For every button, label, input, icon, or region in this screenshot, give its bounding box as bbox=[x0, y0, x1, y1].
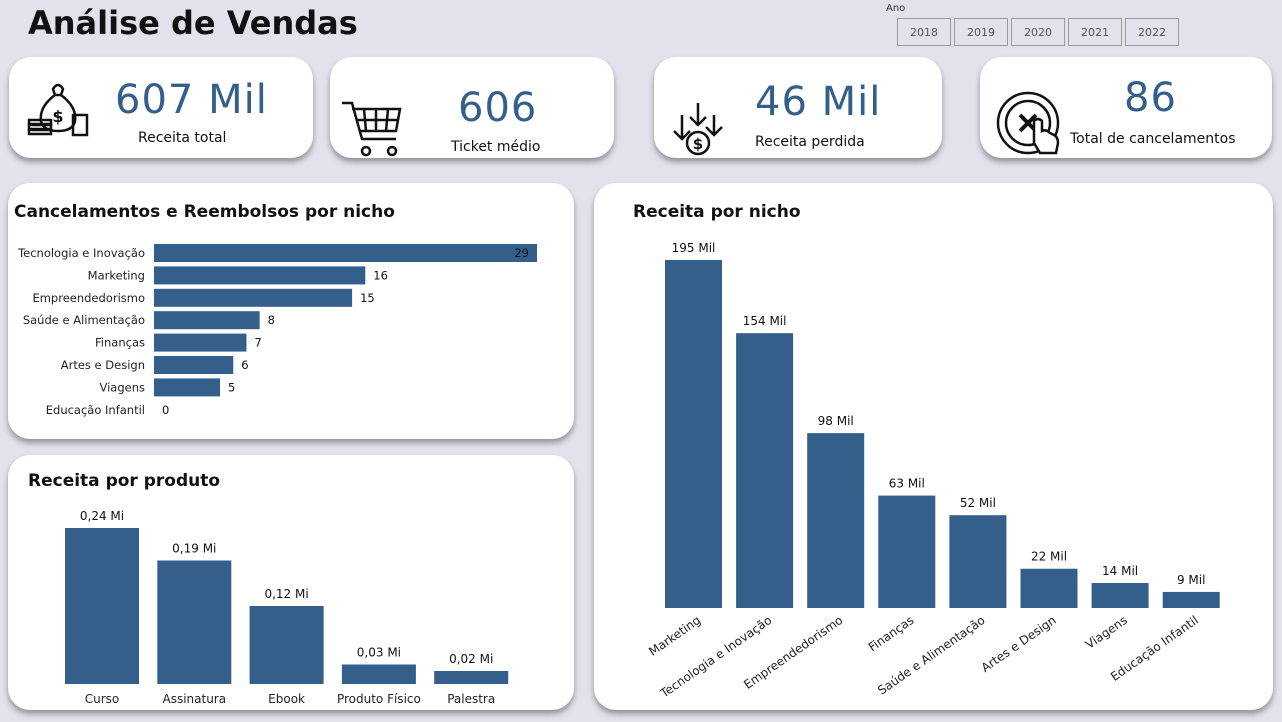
kpi-label-receita-total: Receita total bbox=[138, 130, 227, 146]
year-button-2018[interactable]: 2018 bbox=[897, 18, 951, 46]
data-label: 195 Mil bbox=[672, 241, 716, 255]
money-down-arrows-icon: $ bbox=[673, 103, 723, 156]
data-label: 5 bbox=[228, 380, 235, 394]
bar bbox=[154, 266, 366, 285]
y-tick-label: Educação Infantil bbox=[46, 403, 145, 417]
kpi-value-receita-perdida: 46 Mil bbox=[755, 79, 882, 125]
data-label: 16 bbox=[373, 268, 388, 282]
x-tick-label: Assinatura bbox=[162, 692, 226, 706]
kpi-value-total-cancelamentos: 86 bbox=[1124, 75, 1177, 121]
kpi-card-receita-perdida: $ 46 Mil Receita perdida bbox=[654, 57, 942, 158]
bar bbox=[736, 333, 794, 608]
data-label: 29 bbox=[514, 246, 529, 260]
data-label: 52 Mil bbox=[960, 496, 996, 510]
chart-cancelamentos: Tecnologia e Inovação 29 Marketing 16 Empree… bbox=[17, 244, 537, 417]
page-title: Análise de Vendas bbox=[28, 4, 358, 42]
data-label: 0,03 Mi bbox=[357, 646, 401, 660]
kpi-card-ticket-medio: 606 Ticket médio bbox=[330, 57, 614, 158]
x-tick-label: Finanças bbox=[866, 613, 917, 654]
chart-receita-nicho: 195 Mil Marketing 154 Mil Tecnologia e Inov… bbox=[646, 241, 1220, 701]
x-tick-label: Produto Físico bbox=[337, 692, 421, 706]
cancel-click-icon bbox=[996, 91, 1060, 155]
bar bbox=[154, 333, 247, 352]
y-tick-label: Finanças bbox=[95, 336, 145, 350]
bar bbox=[157, 560, 232, 684]
kpi-value-ticket-medio: 606 bbox=[458, 85, 538, 131]
year-button-2019[interactable]: 2019 bbox=[954, 18, 1008, 46]
money-bag-icon: $ bbox=[27, 83, 89, 137]
y-tick-label: Marketing bbox=[88, 268, 145, 282]
x-tick-label: Marketing bbox=[646, 613, 703, 659]
x-tick-label: Artes e Design bbox=[979, 613, 1059, 675]
x-tick-label: Tecnologia e Inovação bbox=[657, 613, 774, 701]
svg-text:$: $ bbox=[693, 135, 703, 153]
panel-receita-nicho: Receita por nicho 195 Mil Marketing 154 Mi… bbox=[594, 183, 1273, 710]
kpi-label-ticket-medio: Ticket médio bbox=[451, 139, 541, 155]
data-label: 63 Mil bbox=[889, 477, 925, 491]
bar bbox=[1162, 591, 1220, 608]
panel-cancelamentos: Cancelamentos e Reembolsos por nicho Tec… bbox=[8, 183, 574, 439]
bar bbox=[434, 671, 509, 684]
y-tick-label: Artes e Design bbox=[61, 358, 145, 372]
data-label: 8 bbox=[268, 313, 275, 327]
bar bbox=[949, 515, 1007, 608]
bar bbox=[249, 606, 324, 684]
svg-text:$: $ bbox=[52, 107, 63, 126]
data-label: 0,24 Mi bbox=[80, 509, 124, 523]
y-tick-label: Viagens bbox=[99, 380, 145, 394]
bar bbox=[154, 244, 537, 262]
x-tick-label: Curso bbox=[85, 692, 120, 706]
kpi-card-receita-total: $ 607 Mil Receita total bbox=[9, 57, 313, 158]
data-label: 15 bbox=[360, 291, 375, 305]
bar bbox=[807, 433, 865, 608]
bar bbox=[341, 664, 416, 684]
data-label: 7 bbox=[254, 336, 261, 350]
bar bbox=[878, 495, 936, 608]
kpi-value-receita-total: 607 Mil bbox=[115, 77, 268, 123]
data-label: 14 Mil bbox=[1102, 564, 1138, 578]
kpi-label-receita-perdida: Receita perdida bbox=[755, 134, 865, 150]
bar bbox=[65, 528, 139, 684]
bar bbox=[154, 288, 353, 307]
data-label: 22 Mil bbox=[1031, 550, 1067, 564]
data-label: 6 bbox=[241, 358, 248, 372]
year-button-2021[interactable]: 2021 bbox=[1068, 18, 1122, 46]
y-tick-label: Empreendedorismo bbox=[32, 291, 145, 305]
kpi-label-total-cancelamentos: Total de cancelamentos bbox=[1070, 131, 1236, 147]
panel-receita-produto: Receita por produto 0,24 Mi Curso 0,19 Mi A… bbox=[8, 455, 574, 710]
data-label: 0,12 Mi bbox=[264, 587, 308, 601]
bar bbox=[1091, 583, 1149, 608]
y-tick-label: Saúde e Alimentação bbox=[23, 313, 145, 327]
year-filter-label: Ano bbox=[886, 3, 906, 14]
y-tick-label: Tecnologia e Inovação bbox=[17, 246, 145, 260]
bar bbox=[665, 260, 722, 608]
bar bbox=[154, 311, 260, 330]
x-tick-label: Ebook bbox=[268, 692, 305, 706]
bar bbox=[1020, 568, 1078, 608]
data-label: 0,02 Mi bbox=[449, 652, 493, 666]
data-label: 9 Mil bbox=[1177, 573, 1205, 587]
bar bbox=[154, 356, 234, 374]
year-button-2020[interactable]: 2020 bbox=[1011, 18, 1065, 46]
data-label: 0,19 Mi bbox=[172, 542, 216, 556]
kpi-card-total-cancelamentos: 86 Total de cancelamentos bbox=[980, 57, 1272, 158]
data-label: 154 Mil bbox=[743, 314, 787, 328]
year-filter: 2018 2019 2020 2021 2022 bbox=[897, 18, 1179, 46]
chart-receita-produto: 0,24 Mi Curso 0,19 Mi Assinatura 0,12 Mi Eboo… bbox=[65, 509, 509, 706]
shopping-cart-icon bbox=[342, 101, 402, 157]
data-label: 0 bbox=[162, 403, 169, 417]
x-tick-label: Palestra bbox=[447, 692, 495, 706]
data-label: 98 Mil bbox=[818, 414, 854, 428]
x-tick-label: Viagens bbox=[1083, 613, 1130, 652]
bar bbox=[154, 378, 221, 397]
year-button-2022[interactable]: 2022 bbox=[1125, 18, 1179, 46]
